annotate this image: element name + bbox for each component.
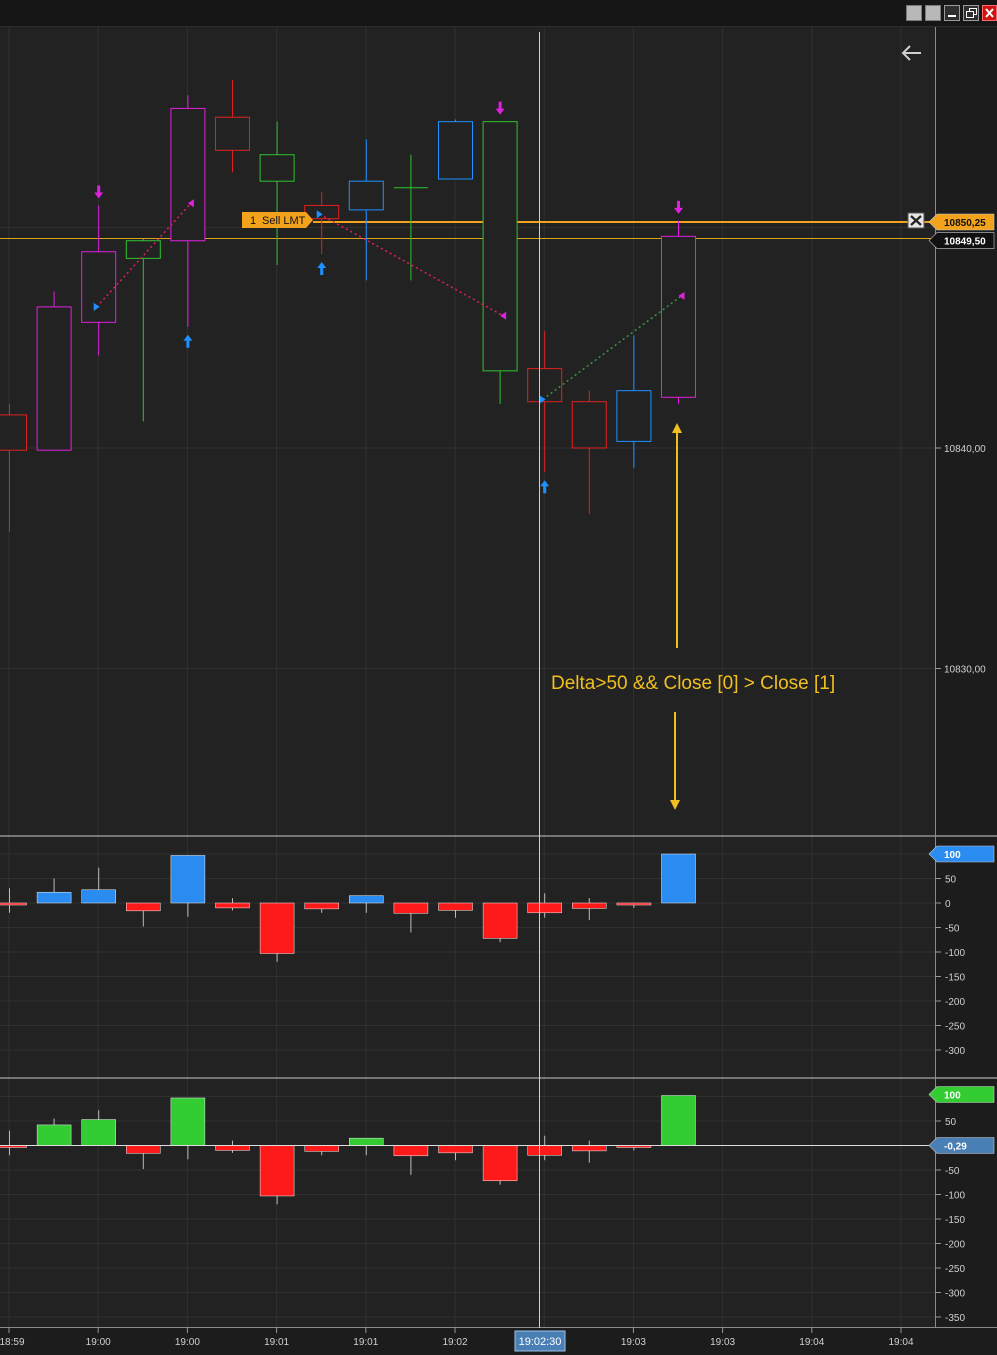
value-tick-label: -50 (945, 1166, 960, 1177)
sell-limit-order[interactable]: 1 Sell LMT (242, 212, 313, 228)
value-tick-label: -150 (945, 1215, 965, 1226)
value-bar (572, 1145, 607, 1152)
last-price-tag: 10849,50 (928, 232, 995, 249)
price-tick-label: 10830,00 (944, 665, 986, 676)
value-bar (482, 1145, 518, 1182)
candle-body (0, 414, 27, 451)
annotation-text: Delta>50 && Close [0] > Close [1] (551, 673, 835, 694)
candle-body (81, 251, 117, 323)
value-bar (0, 902, 27, 906)
value-bar (438, 902, 473, 911)
cumulative-last-value-tag: 100 (928, 1086, 995, 1103)
value-tick-label: -50 (945, 924, 960, 935)
price-tick-label: 10840,00 (944, 444, 986, 455)
value-bar (527, 902, 562, 914)
value-bar (304, 1145, 339, 1152)
time-tick-label: 19:03 (621, 1337, 646, 1348)
time-tick-label: 19:00 (175, 1337, 200, 1348)
value-tick-label: -350 (945, 1313, 965, 1324)
value-bar (304, 902, 339, 910)
order-qty: 1 (250, 215, 256, 227)
svg-text:100: 100 (944, 850, 961, 861)
delta-last-value-tag: 100 (928, 845, 995, 863)
value-bar (81, 1119, 116, 1146)
value-bar (661, 853, 696, 904)
value-tick-label: 50 (945, 1117, 957, 1128)
value-tick-label: -100 (945, 1191, 965, 1202)
value-tick-label: -200 (945, 1240, 965, 1251)
candle-body (482, 121, 518, 372)
value-tick-label: -200 (945, 997, 965, 1008)
value-bar (259, 902, 295, 954)
order-price-tag: 10850,25 (928, 213, 995, 231)
svg-text:19:02:30: 19:02:30 (519, 1336, 562, 1348)
value-bar (170, 1097, 206, 1146)
time-tick-label: 19:00 (86, 1337, 111, 1348)
delta-panel[interactable] (0, 837, 935, 1077)
candle-body (438, 121, 473, 180)
cumulative-delta-panel[interactable] (0, 1079, 935, 1327)
time-tick-label: 18:59 (0, 1337, 25, 1348)
value-bar (126, 1145, 161, 1154)
time-tick-label: 19:01 (353, 1337, 378, 1348)
candle-body (170, 107, 206, 242)
candle-body (527, 368, 563, 403)
candle-body (571, 401, 607, 449)
order-type-label: Sell LMT (262, 215, 306, 227)
value-bar (36, 891, 72, 904)
value-bar (482, 902, 518, 939)
time-axis (0, 1328, 997, 1355)
value-bar (393, 1145, 429, 1157)
value-tick-label: -250 (945, 1264, 965, 1275)
value-bar (259, 1145, 295, 1197)
time-tick-label: 19:02 (442, 1337, 467, 1348)
value-bar (349, 895, 384, 904)
svg-text:10850,25: 10850,25 (944, 218, 986, 229)
candle-body (616, 390, 652, 442)
value-tick-label: -300 (945, 1046, 965, 1057)
value-bar (81, 889, 116, 904)
svg-text:100: 100 (944, 1091, 961, 1102)
candle-body (661, 235, 696, 398)
trading-chart[interactable]: 10840,00 10830,00 10850,25 10849,50 100 50 0 -5… (0, 0, 997, 1355)
value-bar (572, 902, 607, 909)
time-tick-label: 19:01 (264, 1337, 289, 1348)
value-tick-label: -150 (945, 973, 965, 984)
cancel-order-button[interactable] (907, 212, 925, 229)
candle-body (36, 306, 72, 451)
candle-body (348, 180, 384, 211)
crosshair-time-label: 19:02:30 (514, 1330, 566, 1352)
value-bar (349, 1137, 384, 1146)
value-bar (393, 902, 429, 914)
svg-text:10849,50: 10849,50 (944, 237, 986, 248)
value-tick-label: 50 (945, 875, 957, 886)
cumulative-current-value-tag: -0,29 (928, 1137, 995, 1154)
value-bar (36, 1124, 72, 1146)
value-bar (661, 1095, 696, 1146)
candle-body (215, 116, 250, 151)
time-tick-label: 19:03 (710, 1337, 735, 1348)
svg-text:-0,29: -0,29 (944, 1142, 967, 1153)
value-bar (170, 855, 206, 904)
value-tick-label: 0 (945, 899, 951, 910)
value-bar (616, 902, 652, 906)
value-bar (527, 1145, 562, 1156)
value-tick-label: -300 (945, 1289, 965, 1300)
value-bar (215, 902, 250, 909)
value-bar (126, 902, 161, 912)
time-tick-label: 19:04 (888, 1337, 913, 1348)
time-tick-label: 19:04 (799, 1337, 824, 1348)
value-bar (215, 1145, 250, 1151)
value-tick-label: -250 (945, 1022, 965, 1033)
value-bar (438, 1145, 473, 1154)
value-tick-label: -100 (945, 948, 965, 959)
candle-body (259, 154, 295, 182)
